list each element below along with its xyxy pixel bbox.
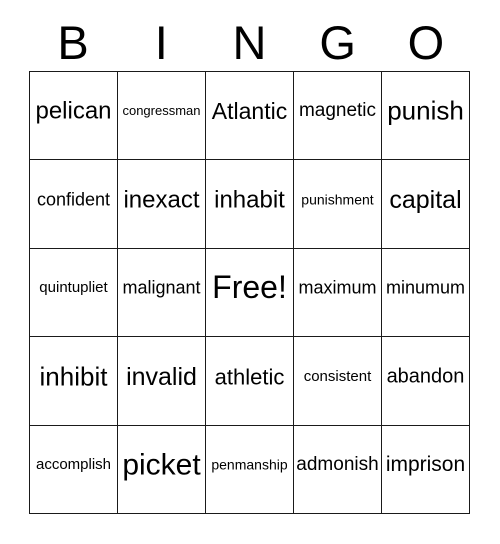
- bingo-cell[interactable]: imprison: [382, 425, 470, 514]
- bingo-cell[interactable]: confident: [30, 160, 118, 249]
- bingo-cell[interactable]: malignant: [118, 248, 206, 338]
- bingo-cell[interactable]: inhabit: [206, 160, 294, 249]
- bingo-cell[interactable]: consistent: [294, 337, 382, 426]
- bingo-cell-label: penmanship: [211, 456, 288, 473]
- bingo-cell-label: minumum: [385, 277, 465, 298]
- bingo-cell-label: punishment: [301, 191, 374, 208]
- bingo-cell-free[interactable]: Free!: [206, 248, 294, 338]
- bingo-cell[interactable]: congressman: [118, 72, 206, 161]
- bingo-cell[interactable]: punishment: [294, 160, 382, 249]
- header-letter-n: N: [232, 16, 267, 69]
- bingo-cell[interactable]: minumum: [382, 248, 470, 338]
- bingo-cell[interactable]: magnetic: [294, 72, 382, 161]
- bingo-cell-label: congressman: [122, 103, 201, 119]
- bingo-cell-label: quintupliet: [39, 279, 108, 297]
- bingo-cell-label: confident: [36, 189, 111, 210]
- bingo-cell-label: admonish: [296, 453, 379, 475]
- bingo-cell-label: invalid: [126, 362, 197, 391]
- bingo-card: B I N G O pelican congressman Atlantic m…: [0, 0, 500, 544]
- bingo-cell[interactable]: inhibit: [30, 337, 118, 426]
- header-letter-g: G: [319, 16, 356, 69]
- bingo-cell[interactable]: invalid: [118, 337, 206, 426]
- bingo-cell[interactable]: abandon: [382, 337, 470, 426]
- bingo-cell-label: imprison: [385, 452, 466, 476]
- bingo-cell-label: inhabit: [214, 186, 285, 214]
- bingo-cell[interactable]: capital: [382, 160, 470, 249]
- bingo-cell-label: punish: [387, 95, 464, 126]
- bingo-cell[interactable]: picket: [118, 425, 206, 514]
- bingo-cell-label: abandon: [386, 365, 465, 388]
- bingo-cell-label: picket: [122, 448, 201, 482]
- bingo-cell[interactable]: quintupliet: [30, 248, 118, 338]
- bingo-header: B I N G O: [29, 10, 470, 71]
- bingo-cell-label: maximum: [298, 277, 377, 298]
- bingo-cell-label: magnetic: [298, 100, 377, 122]
- bingo-cell-label: capital: [389, 185, 462, 214]
- bingo-cell-label: Atlantic: [211, 98, 288, 125]
- bingo-cell-label: inhibit: [39, 360, 108, 391]
- bingo-cell[interactable]: maximum: [294, 248, 382, 338]
- bingo-cell-label: accomplish: [35, 456, 112, 474]
- bingo-cell[interactable]: accomplish: [30, 425, 118, 514]
- bingo-cell[interactable]: penmanship: [206, 425, 294, 514]
- bingo-cell[interactable]: pelican: [30, 72, 118, 161]
- bingo-cell-label: malignant: [122, 277, 201, 298]
- bingo-cell[interactable]: inexact: [118, 160, 206, 249]
- bingo-cell-label: pelican: [35, 97, 112, 125]
- header-letter-i: I: [154, 16, 168, 69]
- header-letter-b: B: [57, 16, 89, 69]
- bingo-cell-label: Free!: [212, 269, 287, 306]
- bingo-cell-label: athletic: [214, 363, 285, 389]
- bingo-cell[interactable]: punish: [382, 72, 470, 161]
- bingo-cell-label: consistent: [303, 367, 372, 385]
- bingo-cell[interactable]: athletic: [206, 337, 294, 426]
- header-letter-o: O: [407, 16, 445, 69]
- bingo-cell-label: inexact: [123, 186, 200, 214]
- bingo-cell[interactable]: Atlantic: [206, 72, 294, 161]
- bingo-cell[interactable]: admonish: [294, 425, 382, 514]
- bingo-grid: pelican congressman Atlantic magnetic pu…: [29, 71, 470, 514]
